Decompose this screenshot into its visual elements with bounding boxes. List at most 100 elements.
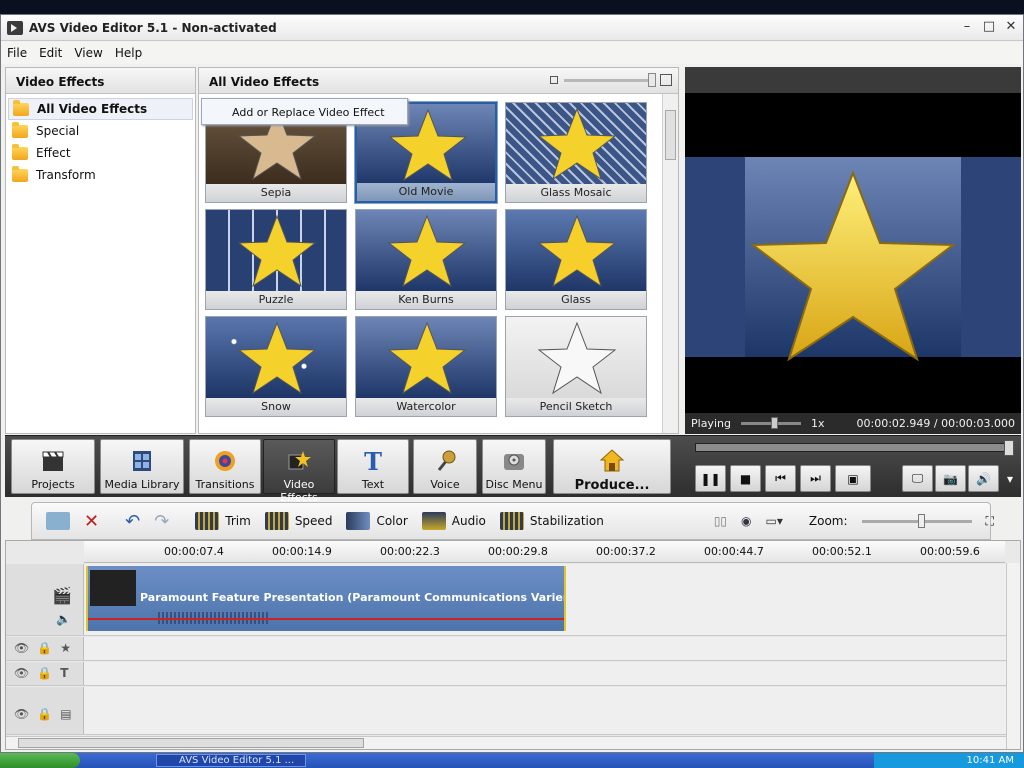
color-button[interactable]: Color [346, 512, 408, 530]
effect-tile[interactable]: Glass Mosaic [505, 102, 647, 203]
fit-zoom-button[interactable]: ⛶ [986, 514, 994, 529]
display-mode-button[interactable]: ▭▾ [766, 514, 783, 528]
playback-knob[interactable] [1004, 440, 1014, 456]
timeline-vertical-scrollbar[interactable] [1006, 563, 1020, 749]
menu-edit[interactable]: Edit [39, 46, 62, 60]
media-library-button[interactable]: Media Library [100, 439, 184, 494]
zoom-label: Zoom: [809, 514, 848, 528]
stop-icon: ■ [739, 471, 752, 486]
scrollbar-thumb[interactable] [18, 738, 364, 748]
ruler-tick-label: 00:00:29.8 [488, 545, 548, 558]
category-effect[interactable]: Effect [8, 142, 193, 164]
start-button[interactable] [0, 753, 80, 768]
voice-button[interactable]: Voice [413, 439, 477, 494]
skip-forward-icon: ⏭ [810, 471, 821, 485]
disc-menu-button[interactable]: Disc Menu [482, 439, 546, 494]
undo-icon: ↶ [125, 510, 141, 532]
effect-tile[interactable]: Puzzle [205, 209, 347, 310]
lock-icon[interactable]: 🔒 [37, 641, 52, 655]
transitions-button[interactable]: Transitions [189, 439, 261, 494]
lock-icon[interactable]: 🔒 [37, 666, 52, 680]
speed-slider[interactable] [740, 417, 801, 429]
webcam-icon: ◉ [741, 514, 752, 528]
thumbnail-size-slider[interactable] [564, 72, 656, 87]
scrollbar-thumb[interactable] [665, 110, 676, 160]
menu-view[interactable]: View [74, 46, 102, 60]
volume-dropdown[interactable]: ▾ [1001, 465, 1019, 492]
eye-icon[interactable]: 👁 [14, 707, 29, 721]
text-button[interactable]: T Text [337, 439, 409, 494]
category-transform[interactable]: Transform [8, 164, 193, 186]
folder-icon [12, 121, 28, 138]
produce-button[interactable]: Produce... [553, 439, 671, 494]
clip-thumbnail [90, 570, 136, 606]
title-bar: AVS Video Editor 5.1 - Non-activated – □… [1, 15, 1023, 41]
video-effects-button[interactable]: Video Effects [263, 439, 335, 504]
lock-icon[interactable]: 🔒 [37, 707, 52, 721]
volume-line[interactable] [88, 618, 564, 620]
redo-button[interactable]: ↷ [154, 511, 169, 532]
next-button[interactable]: ⏭ [800, 465, 831, 492]
pause-button[interactable]: ❚❚ [695, 465, 726, 492]
split-button[interactable]: ▯▯ [714, 514, 727, 528]
monitor-button[interactable]: 🖵 [902, 465, 933, 492]
playback-progress-bar[interactable] [695, 440, 1014, 456]
stabilization-button[interactable]: Stabilization [499, 512, 604, 530]
audio-note-icon [421, 512, 446, 530]
time-ruler[interactable]: 00:00:07.4 00:00:14.9 00:00:22.3 00:00:29.8… [84, 541, 1005, 563]
folder-icon [12, 165, 28, 182]
pause-icon: ❚❚ [700, 471, 721, 486]
undo-button[interactable]: ↶ [125, 511, 140, 532]
snapshot-button[interactable]: 📷 [935, 465, 966, 492]
speed-knob[interactable] [770, 417, 778, 429]
projects-button[interactable]: Projects [11, 439, 95, 494]
volume-button[interactable]: 🔊 [968, 465, 999, 492]
previous-button[interactable]: ⏮ [765, 465, 796, 492]
slider-knob[interactable] [648, 72, 656, 87]
add-to-timeline-button[interactable] [46, 512, 70, 530]
fullscreen-button[interactable]: ▣ [835, 465, 871, 492]
minimize-button[interactable]: – [959, 19, 975, 35]
eye-icon[interactable]: 👁 [14, 641, 29, 655]
overlay-icon: ▤ [60, 707, 72, 721]
effect-thumbnail [356, 317, 496, 399]
ruler-tick-label: 00:00:37.2 [596, 545, 656, 558]
video-clip[interactable]: Paramount Feature Presentation (Paramoun… [86, 566, 566, 631]
effect-thumbnail [506, 210, 646, 292]
webcam-button[interactable]: ◉ [741, 514, 751, 528]
menu-help[interactable]: Help [115, 46, 142, 60]
category-special[interactable]: Special [8, 120, 193, 142]
effect-thumbnail [206, 210, 346, 292]
speed-button[interactable]: Speed [264, 512, 332, 530]
eye-icon[interactable]: 👁 [14, 666, 29, 680]
folder-icon [13, 99, 29, 116]
close-button[interactable]: ✕ [1003, 19, 1019, 35]
effect-thumbnail [506, 103, 646, 185]
large-thumb-icon[interactable] [660, 74, 672, 86]
button-label: Text [361, 478, 385, 491]
stop-button[interactable]: ■ [730, 465, 761, 492]
effect-tile[interactable]: Snow [205, 316, 347, 417]
trim-label: Trim [225, 514, 251, 528]
video-track: 🎬 🔈 Paramount Feature Presentation (Para… [6, 564, 1006, 636]
grid-header-title: All Video Effects [209, 75, 320, 89]
grid-scrollbar[interactable] [662, 94, 678, 433]
maximize-button[interactable]: □ [981, 19, 997, 35]
category-all-video-effects[interactable]: All Video Effects [8, 98, 193, 120]
timeline-horizontal-scrollbar[interactable] [6, 736, 1006, 749]
small-thumb-icon[interactable] [550, 76, 558, 84]
zoom-slider[interactable] [861, 513, 972, 528]
effect-tile[interactable]: Watercolor [355, 316, 497, 417]
effect-tile[interactable]: Ken Burns [355, 209, 497, 310]
monitor-icon: ▭▾ [765, 514, 783, 528]
audio-button[interactable]: Audio [421, 512, 486, 530]
effect-tile[interactable]: Pencil Sketch [505, 316, 647, 417]
delete-button[interactable]: ✕ [84, 511, 99, 532]
trim-button[interactable]: Trim [195, 512, 251, 530]
taskbar-app-button[interactable]: AVS Video Editor 5.1 ... [156, 754, 306, 767]
zoom-knob[interactable] [917, 513, 925, 528]
effect-tile[interactable]: Glass [505, 209, 647, 310]
menu-file[interactable]: File [7, 46, 27, 60]
speaker-icon: 🔊 [976, 471, 991, 486]
effect-thumbnail [506, 317, 646, 399]
